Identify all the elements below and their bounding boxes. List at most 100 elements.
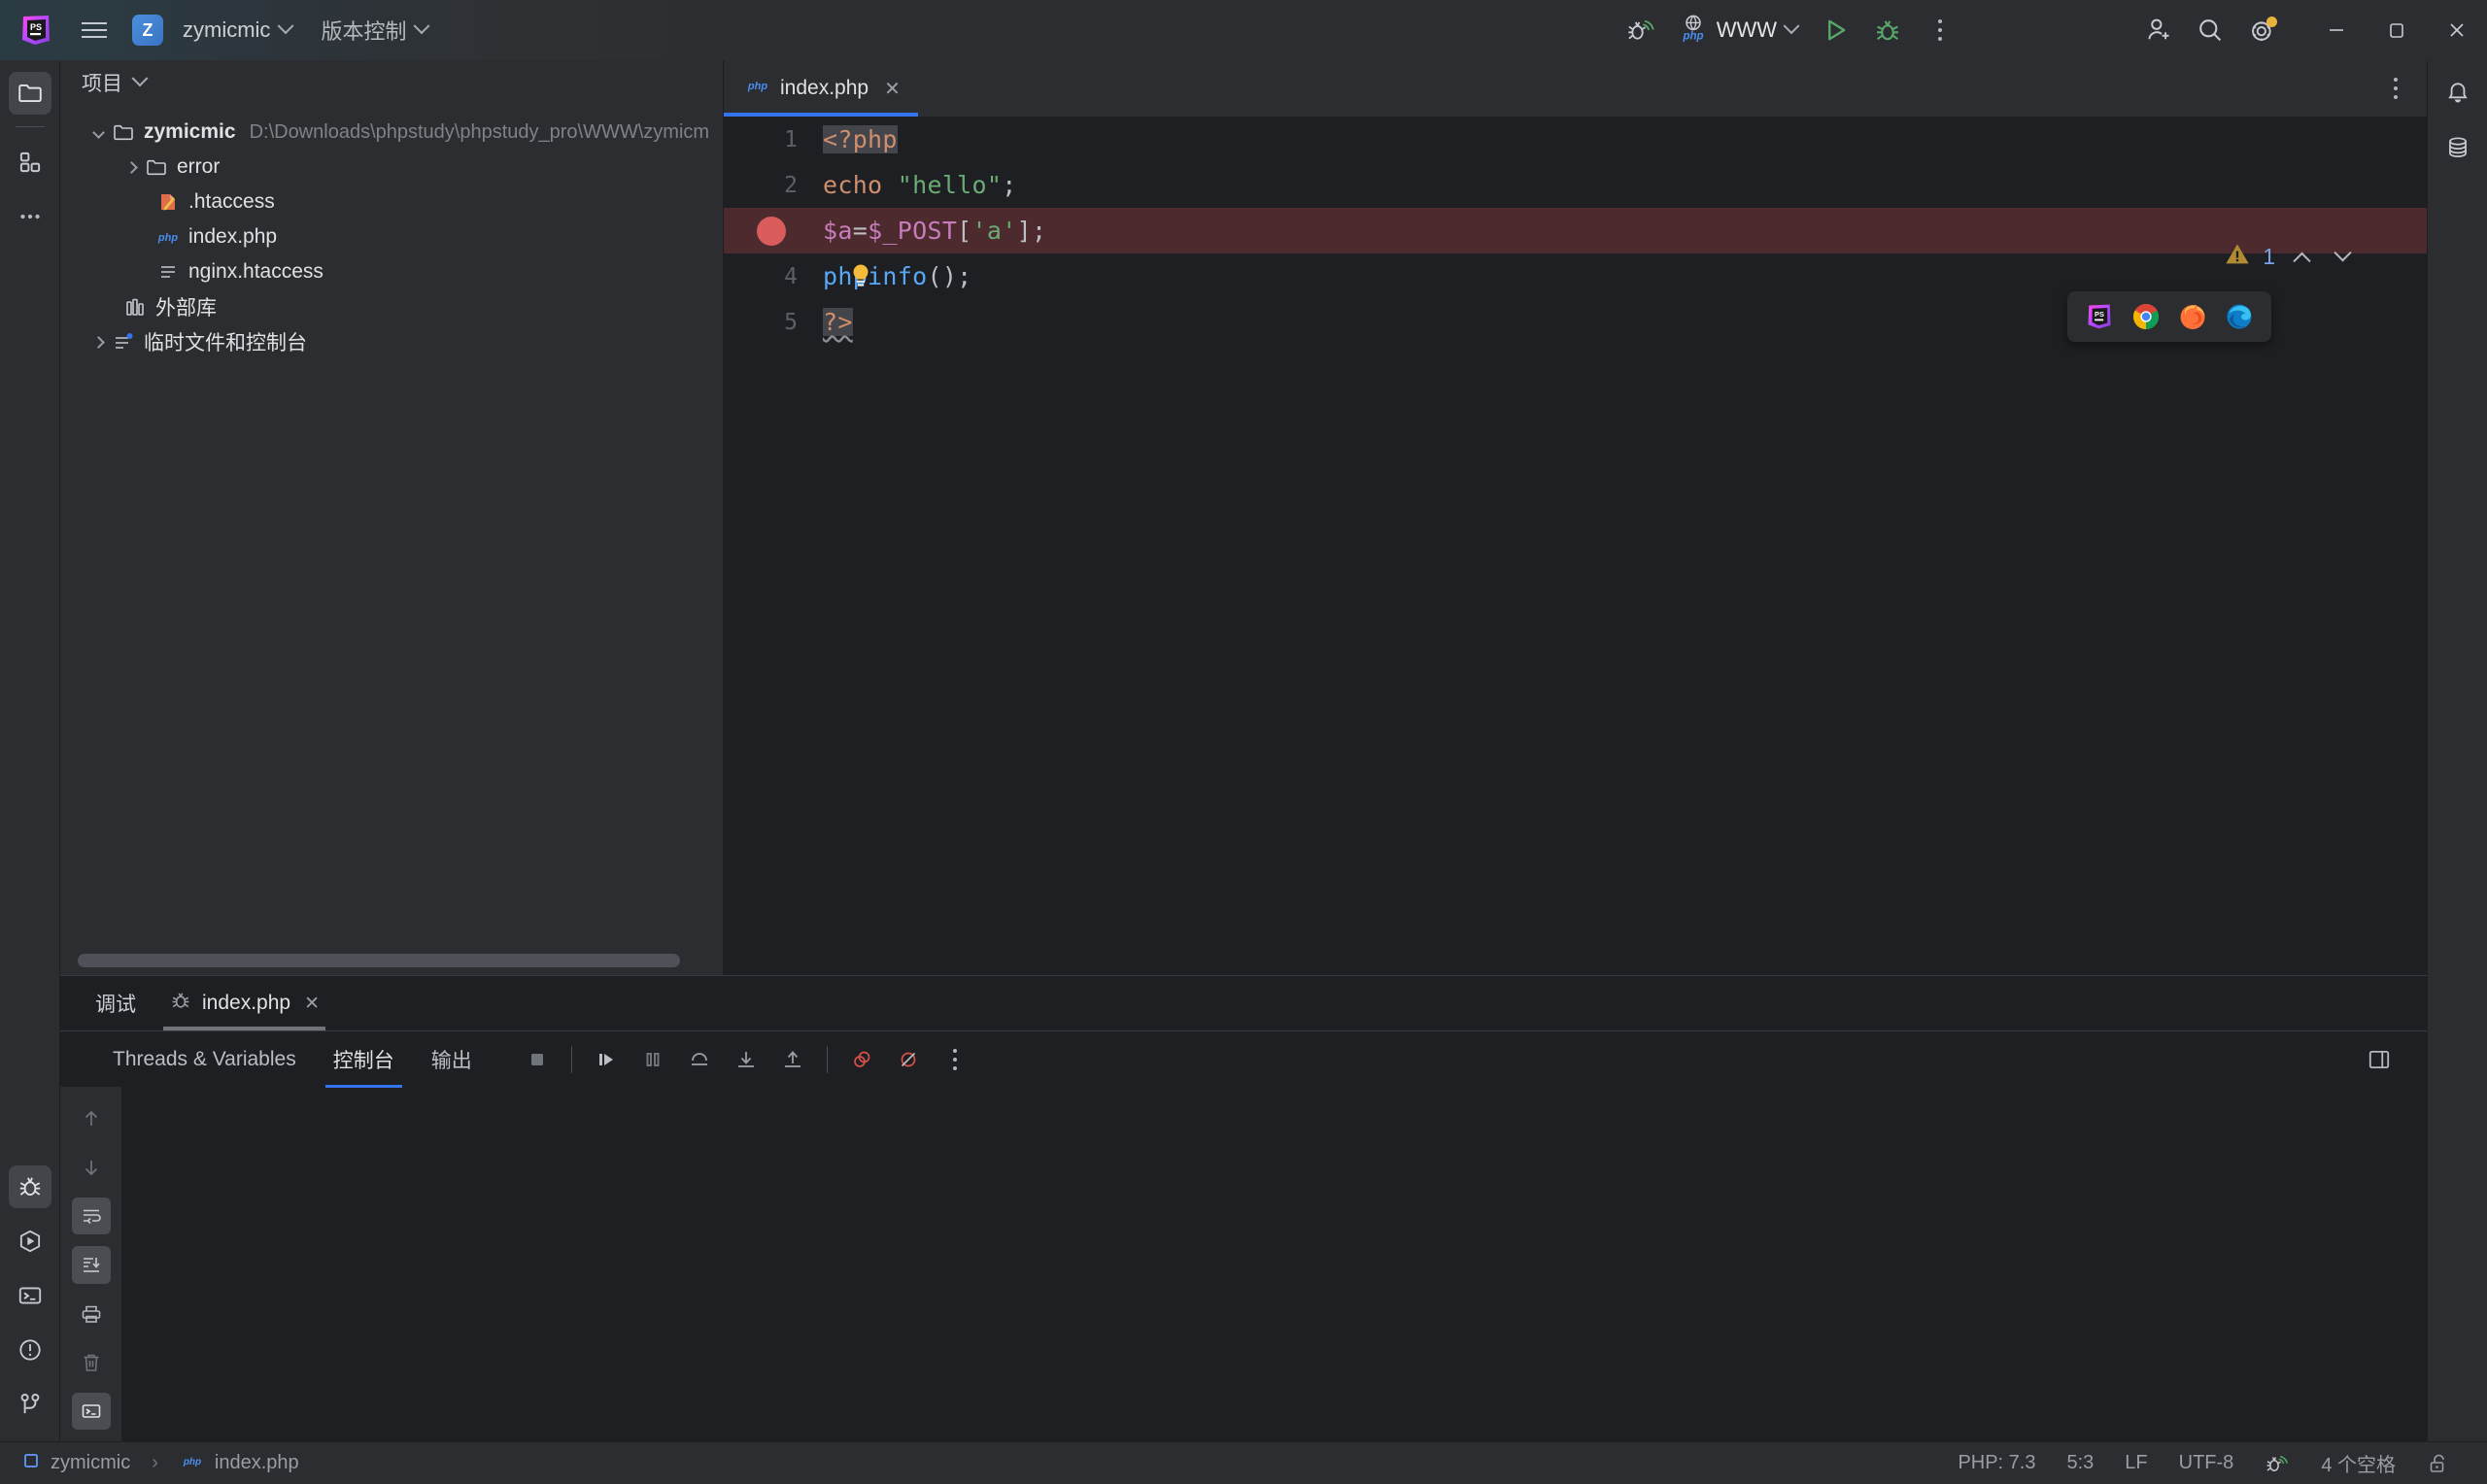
- sidebar-item-run[interactable]: [9, 1220, 51, 1263]
- maximize-button[interactable]: [2367, 0, 2427, 60]
- tree-row-external-libraries[interactable]: 外部库: [60, 289, 723, 324]
- step-into-icon[interactable]: [724, 1038, 768, 1081]
- project-panel-header[interactable]: 项目: [60, 60, 723, 105]
- run-play-icon[interactable]: [1809, 9, 1861, 51]
- tree-row-index-php[interactable]: php index.php: [60, 219, 723, 254]
- chrome-icon[interactable]: [2131, 302, 2161, 331]
- phpstorm-icon[interactable]: PS: [2085, 302, 2114, 331]
- tree-row-htaccess[interactable]: .htaccess: [60, 185, 723, 219]
- code-editor[interactable]: 1 <?php 2 echo "hello"; 3 $a=$_POST['a']…: [724, 117, 2427, 975]
- debug-console-output[interactable]: [122, 1087, 2427, 1441]
- sidebar-item-notifications[interactable]: [2436, 72, 2479, 115]
- arrow-up-icon[interactable]: [72, 1100, 111, 1137]
- debug-session-tab[interactable]: index.php ✕: [155, 976, 333, 1030]
- more-vertical-icon[interactable]: [933, 1038, 977, 1081]
- sidebar-item-database[interactable]: [2436, 126, 2479, 169]
- status-line-separator[interactable]: LF: [2109, 1447, 2163, 1480]
- resume-play-icon[interactable]: [584, 1038, 629, 1081]
- mute-breakpoints-icon[interactable]: [886, 1038, 931, 1081]
- debug-listen-icon[interactable]: [1615, 9, 1667, 51]
- code-line-3[interactable]: 3 $a=$_POST['a'];: [724, 208, 2427, 253]
- pause-icon[interactable]: [630, 1038, 675, 1081]
- soft-wrap-icon[interactable]: [71, 1197, 111, 1235]
- project-selector[interactable]: zymicmic: [173, 11, 301, 50]
- debug-bug-icon[interactable]: [1861, 9, 1914, 51]
- status-caret-position[interactable]: 5:3: [2051, 1447, 2109, 1480]
- module-square-icon: [21, 1451, 41, 1476]
- tree-row-error[interactable]: error: [60, 150, 723, 185]
- sidebar-item-version-control[interactable]: [9, 1383, 51, 1426]
- more-vertical-icon[interactable]: [1914, 9, 1966, 51]
- breadcrumb-item-project[interactable]: zymicmic: [51, 1452, 130, 1474]
- debug-listen-icon[interactable]: [2249, 1447, 2305, 1480]
- search-icon[interactable]: [2184, 9, 2236, 51]
- sidebar-item-more[interactable]: [9, 195, 51, 238]
- inspection-widget[interactable]: 1: [2224, 241, 2357, 273]
- chevron-right-icon[interactable]: [87, 331, 109, 353]
- arrow-down-icon[interactable]: [72, 1149, 111, 1186]
- user-add-icon[interactable]: [2131, 9, 2184, 51]
- breadcrumb[interactable]: zymicmic › php index.php: [21, 1451, 299, 1476]
- tree-row-nginx-htaccess[interactable]: nginx.htaccess: [60, 254, 723, 289]
- stop-square-icon[interactable]: [515, 1038, 560, 1081]
- chevron-down-icon[interactable]: [87, 121, 109, 143]
- gear-icon[interactable]: [2236, 9, 2289, 51]
- tab-console[interactable]: 控制台: [316, 1038, 412, 1088]
- intention-bulb-icon[interactable]: [848, 262, 873, 291]
- breakpoints-icon[interactable]: [839, 1038, 884, 1081]
- chevron-down-icon[interactable]: [2328, 243, 2357, 272]
- close-button[interactable]: [2427, 0, 2487, 60]
- tree-row-zymicmic[interactable]: zymicmic D:\Downloads\phpstudy\phpstudy_…: [60, 115, 723, 150]
- sidebar-item-structure[interactable]: [9, 141, 51, 184]
- sidebar-item-problems[interactable]: [9, 1329, 51, 1371]
- project-badge[interactable]: Z: [132, 15, 163, 46]
- title-bar-right: php WWW: [1615, 0, 2487, 60]
- minimize-button[interactable]: [2306, 0, 2367, 60]
- edge-icon[interactable]: [2225, 302, 2254, 331]
- svg-text:PS: PS: [2095, 310, 2104, 319]
- chevron-right-icon[interactable]: [120, 156, 142, 178]
- sidebar-item-debug[interactable]: [8, 1165, 51, 1208]
- scrollbar-thumb[interactable]: [78, 954, 680, 967]
- run-configuration-selector[interactable]: php WWW: [1667, 11, 1809, 50]
- code-text: phpinfo();: [823, 262, 972, 290]
- code-line-1[interactable]: 1 <?php: [724, 117, 2427, 162]
- close-icon[interactable]: ✕: [884, 77, 901, 101]
- step-out-icon[interactable]: [770, 1038, 815, 1081]
- breakpoint-marker[interactable]: [757, 216, 786, 246]
- line-number: 1: [784, 126, 798, 152]
- status-indent[interactable]: 4 个空格: [2305, 1447, 2411, 1480]
- editor-tab-index-php[interactable]: php index.php ✕: [724, 60, 918, 117]
- scroll-to-end-icon[interactable]: [71, 1246, 111, 1284]
- chevron-down-icon: [413, 17, 430, 35]
- tree-row-scratches[interactable]: 临时文件和控制台: [60, 324, 723, 359]
- project-tree-hscrollbar[interactable]: [78, 954, 680, 967]
- status-file-encoding[interactable]: UTF-8: [2163, 1447, 2250, 1480]
- code-token: 'a': [971, 217, 1017, 245]
- editor-tab-bar-right: [2378, 60, 2427, 117]
- trash-icon[interactable]: [72, 1344, 111, 1381]
- tab-threads-and-variables[interactable]: Threads & Variables: [95, 1038, 314, 1081]
- print-icon[interactable]: [72, 1296, 111, 1332]
- sidebar-item-project[interactable]: [8, 72, 51, 115]
- chevron-up-icon[interactable]: [2287, 243, 2316, 272]
- step-over-icon[interactable]: [677, 1038, 722, 1081]
- close-icon[interactable]: ✕: [304, 993, 320, 1015]
- left-tool-rail: [0, 60, 60, 1441]
- title-bar: PS Z zymicmic 版本控制 php WWW: [0, 0, 2487, 60]
- unlocked-icon[interactable]: [2411, 1447, 2466, 1480]
- layout-settings-icon[interactable]: [2357, 1038, 2402, 1081]
- breadcrumb-item-file[interactable]: index.php: [215, 1452, 299, 1474]
- code-line-2[interactable]: 2 echo "hello";: [724, 162, 2427, 208]
- hamburger-menu-icon[interactable]: [72, 8, 117, 52]
- library-icon: [122, 294, 148, 320]
- code-token: $a: [823, 217, 853, 245]
- tab-output[interactable]: 输出: [414, 1038, 490, 1081]
- vcs-widget[interactable]: 版本控制: [311, 11, 437, 50]
- sidebar-item-terminal[interactable]: [9, 1274, 51, 1317]
- status-php-version[interactable]: PHP: 7.3: [1942, 1447, 2051, 1480]
- more-vertical-icon[interactable]: [2378, 67, 2413, 110]
- firefox-icon[interactable]: [2178, 302, 2207, 331]
- project-tree[interactable]: zymicmic D:\Downloads\phpstudy\phpstudy_…: [60, 105, 723, 975]
- terminal-icon[interactable]: [71, 1392, 111, 1430]
